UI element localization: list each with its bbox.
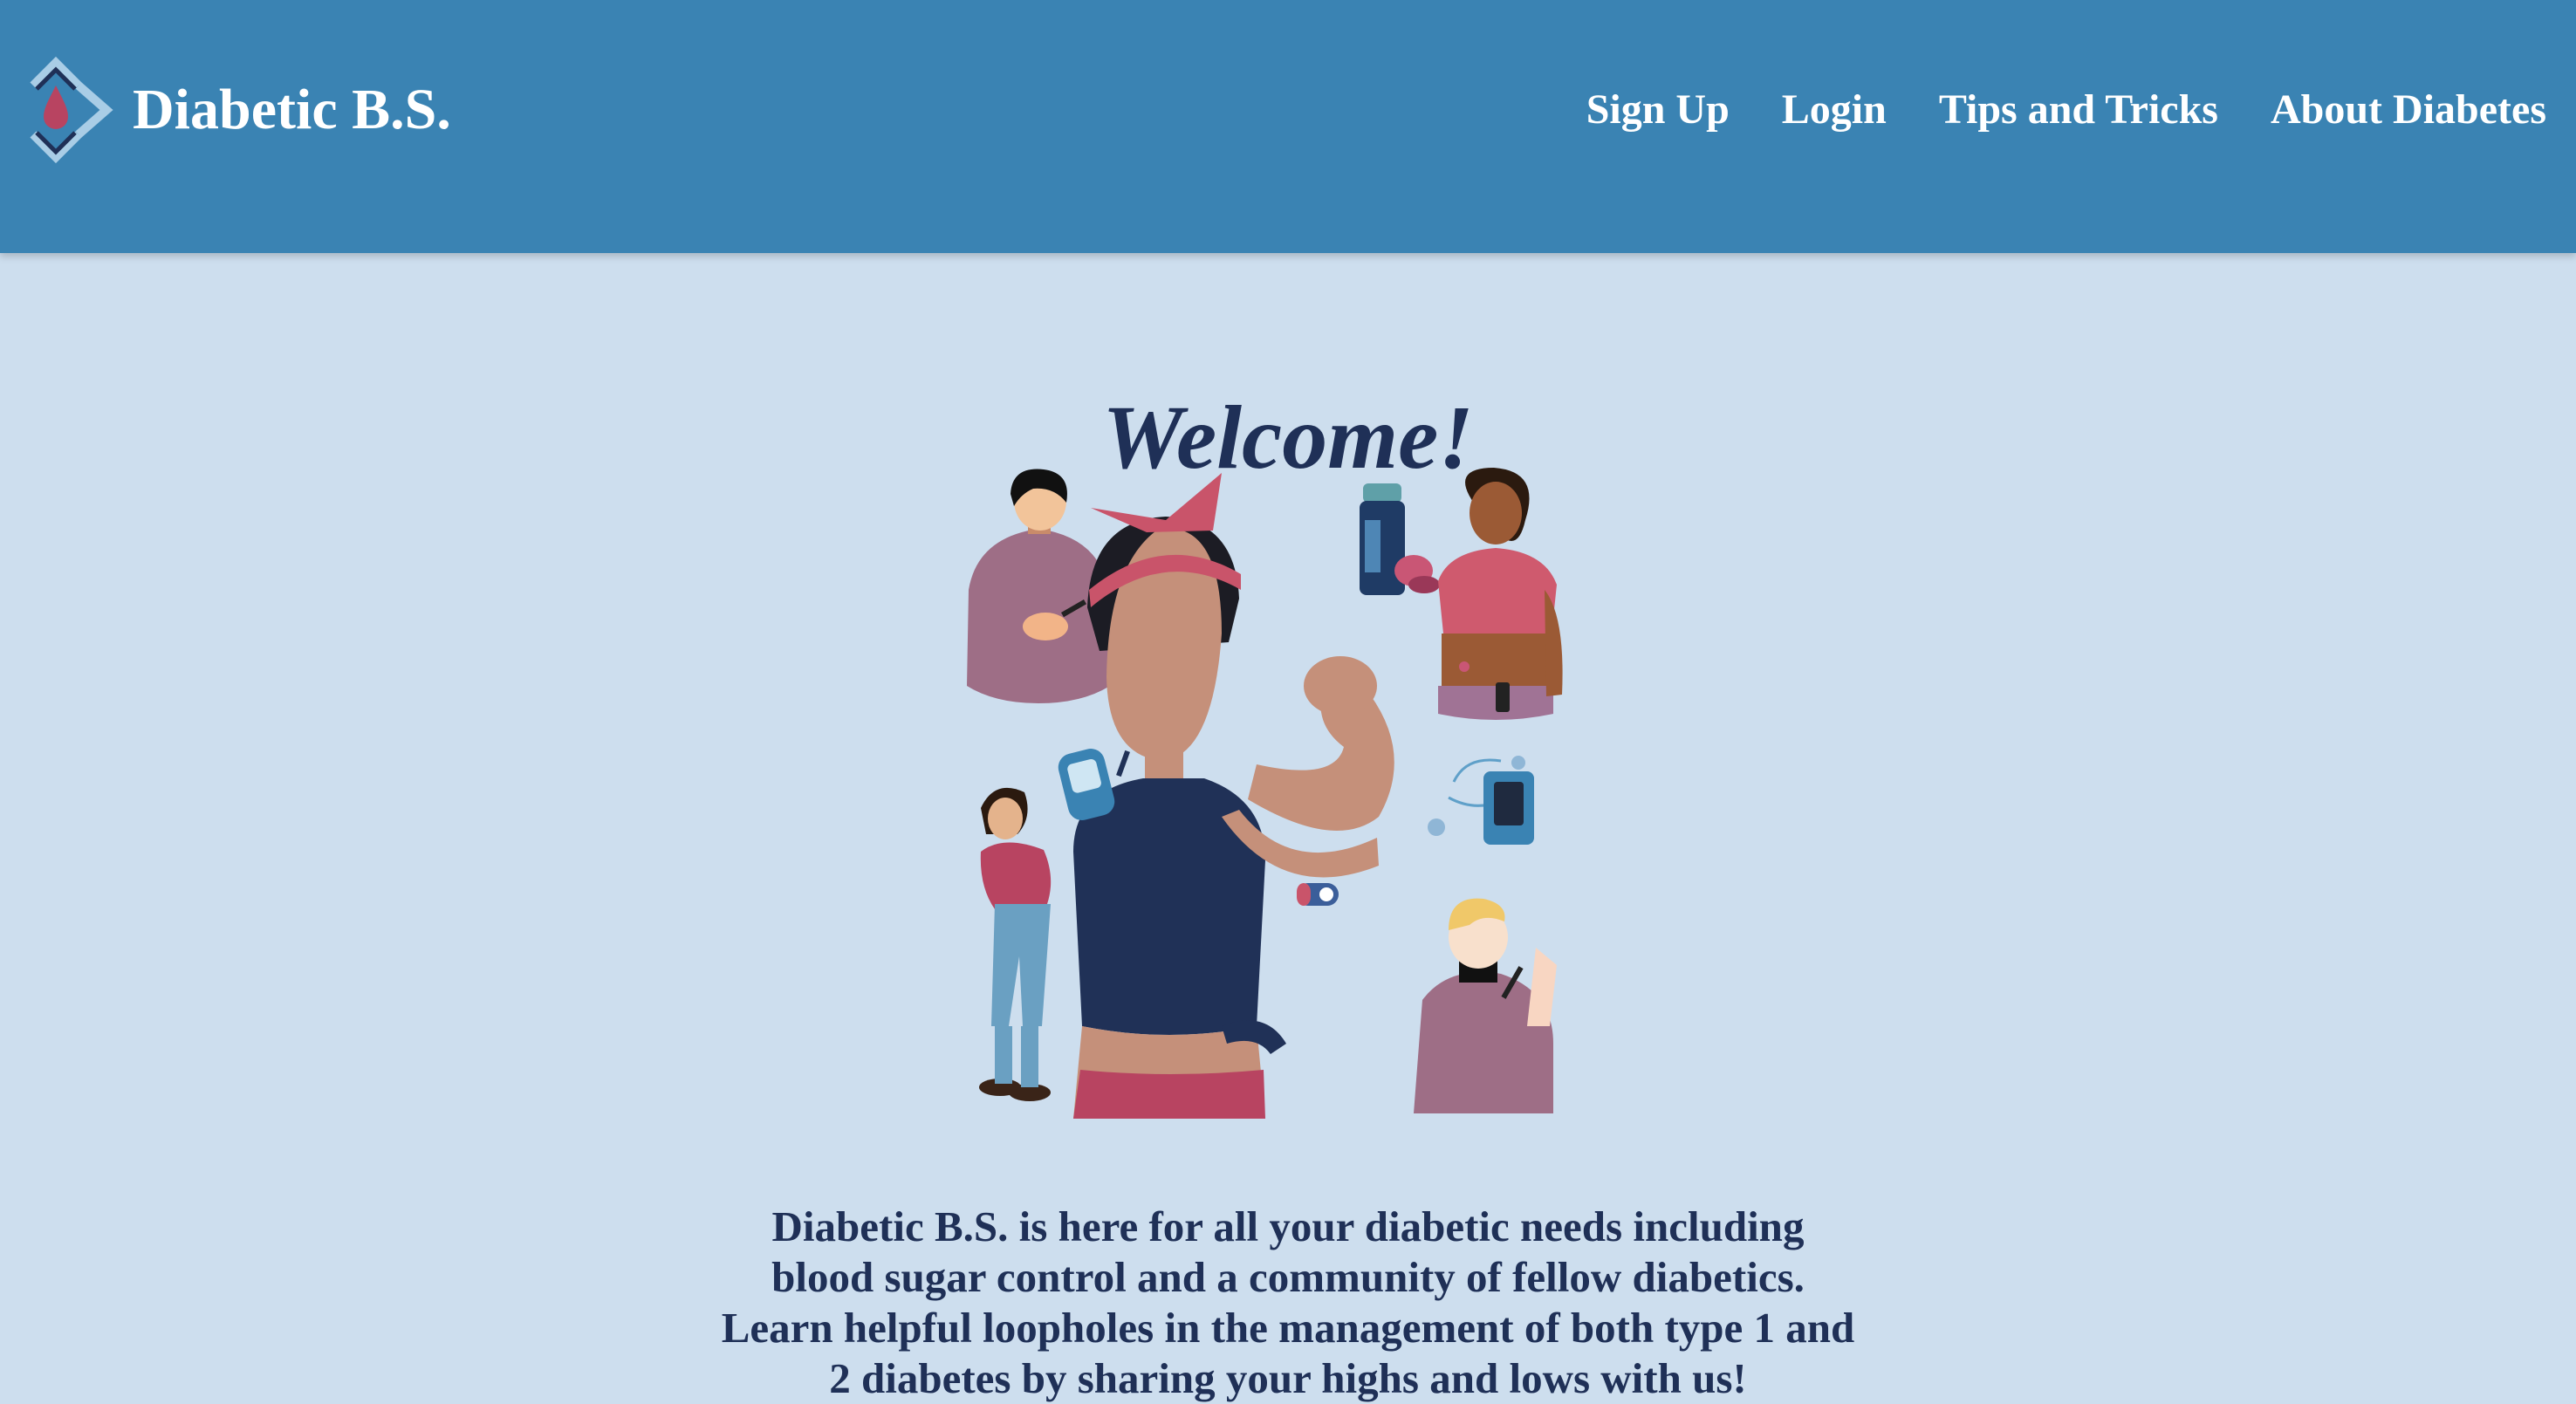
- boy-testing-figure: [1414, 898, 1557, 1113]
- insulin-pump-device: [1428, 756, 1534, 845]
- man-testing-figure: [967, 469, 1110, 703]
- main-woman-flexing-figure: [1073, 473, 1394, 1119]
- woman-with-pump-figure: [1438, 468, 1563, 720]
- main-nav: Sign Up Login Tips and Tricks About Diab…: [1586, 84, 2546, 136]
- woman-injecting-figure: [979, 787, 1052, 1101]
- intro-text: Diabetic B.S. is here for all your diabe…: [721, 1202, 1855, 1402]
- nav-sign-up[interactable]: Sign Up: [1586, 84, 1730, 136]
- brand-name[interactable]: Diabetic B.S.: [133, 75, 451, 145]
- blood-drop-logo-icon[interactable]: [24, 51, 119, 169]
- nav-tips-and-tricks[interactable]: Tips and Tricks: [1939, 84, 2218, 136]
- nav-login[interactable]: Login: [1782, 84, 1887, 136]
- glucose-tablets-bottle: [1360, 483, 1440, 595]
- diabetes-community-illustration: [967, 468, 1563, 1119]
- navbar: Diabetic B.S. Sign Up Login Tips and Tri…: [0, 0, 2576, 253]
- nav-about-diabetes[interactable]: About Diabetes: [2271, 84, 2546, 136]
